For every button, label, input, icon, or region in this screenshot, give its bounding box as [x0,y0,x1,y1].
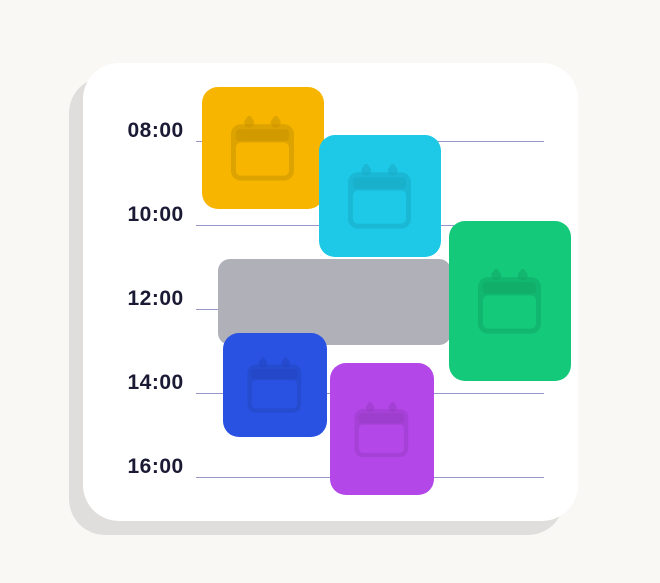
event-orange[interactable] [202,87,324,209]
event-green[interactable] [449,221,571,381]
calendar-icon [468,246,551,355]
event-blue[interactable] [223,333,327,437]
time-label: 08:00 [128,119,196,143]
calendar-icon [221,106,304,189]
time-label: 12:00 [128,287,196,311]
calendar-card: 08:00 10:00 12:00 14:00 16:00 [83,63,578,521]
calendar-icon [346,384,417,474]
event-purple[interactable] [330,363,434,495]
event-gray[interactable] [218,259,451,345]
time-label: 10:00 [128,203,196,227]
time-label: 16:00 [128,455,196,479]
time-label: 14:00 [128,371,196,395]
event-cyan[interactable] [319,135,441,257]
calendar-icon [338,154,421,237]
calendar-icon [239,349,310,420]
